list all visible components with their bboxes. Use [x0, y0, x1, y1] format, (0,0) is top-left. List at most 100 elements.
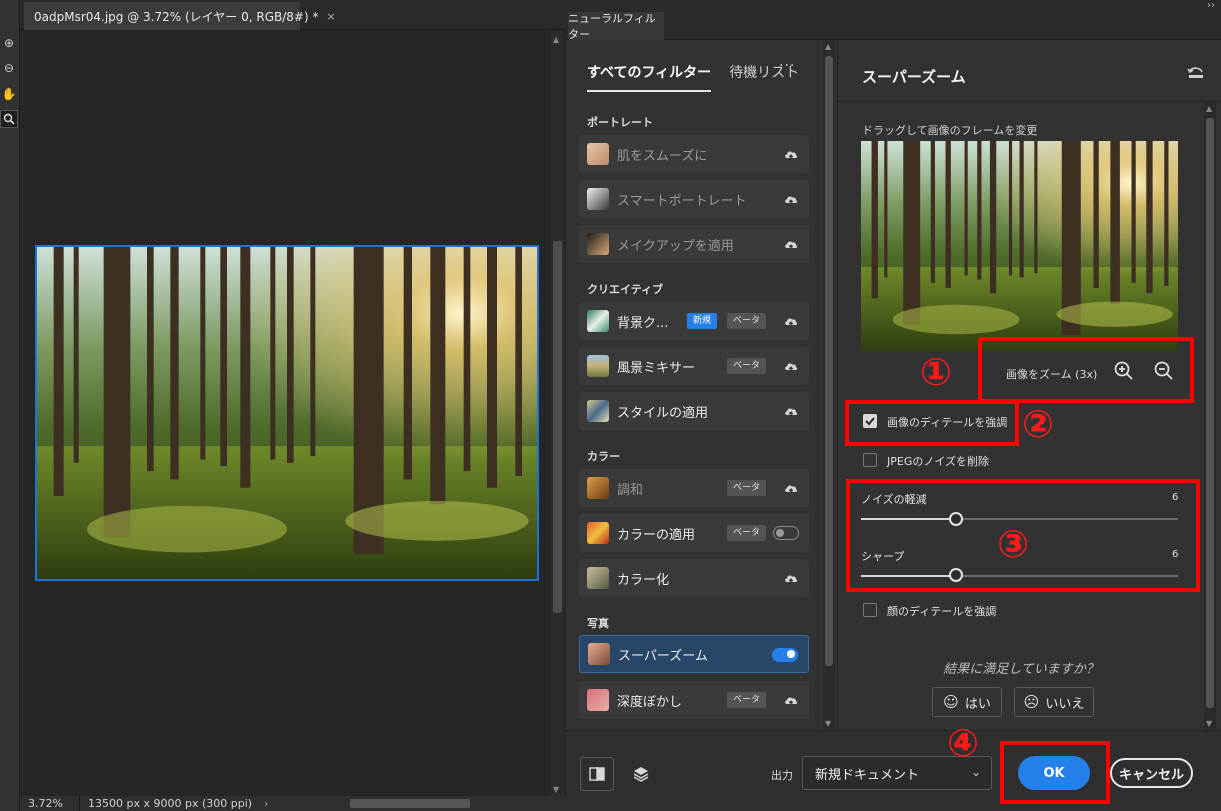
- document-vertical-scrollbar[interactable]: ▲ ▼: [551, 31, 564, 796]
- filter-item-label: スマートポートレート: [617, 193, 747, 209]
- scroll-up-icon[interactable]: ▲: [1206, 104, 1212, 113]
- cloud-download-icon[interactable]: [783, 358, 799, 374]
- feedback-no-button[interactable]: ☹ いいえ: [1014, 687, 1094, 717]
- zoom-in-tool-icon[interactable]: ⊕: [0, 34, 18, 52]
- filter-item-label: カラー化: [617, 572, 670, 588]
- color-transfer-thumbnail: [587, 522, 609, 544]
- document-dimensions: 13500 px x 9000 px (300 ppi): [88, 797, 253, 810]
- color-transfer-toggle[interactable]: [773, 526, 799, 540]
- frown-icon: ☹: [1023, 693, 1040, 711]
- more-options-icon[interactable]: ···: [779, 58, 795, 74]
- document-tab-title: 0adpMsr04.jpg @ 3.72% (レイヤー 0, RGB/8#) *: [34, 9, 319, 24]
- neural-filter-tab[interactable]: ニューラルフィルター: [568, 12, 664, 41]
- filter-item-style-transfer[interactable]: スタイルの適用: [579, 392, 809, 430]
- filter-item-skin-smoothing[interactable]: 肌をスムーズに: [579, 135, 809, 173]
- annotation-number-3: ③: [997, 522, 1030, 566]
- document-image[interactable]: [35, 245, 539, 581]
- cloud-download-icon[interactable]: [783, 313, 799, 329]
- feedback-yes-label: はい: [964, 696, 991, 712]
- skin-smoothing-thumbnail: [587, 143, 609, 165]
- filter-item-label: 背景ク...: [617, 315, 669, 331]
- annotation-number-4: ④: [947, 721, 980, 765]
- super-zoom-toggle[interactable]: [772, 648, 798, 662]
- harmonization-thumbnail: [587, 477, 609, 499]
- settings-title: スーパーズーム: [862, 68, 966, 86]
- hand-tool-icon[interactable]: ✋: [0, 85, 18, 103]
- filter-item-label: スタイルの適用: [617, 405, 709, 421]
- scrollbar-thumb[interactable]: [553, 241, 562, 613]
- output-label: 出力: [771, 769, 793, 782]
- beta-badge: ベータ: [727, 313, 767, 329]
- filter-item-harmonization[interactable]: 調和 ベータ: [579, 469, 809, 507]
- beta-badge: ベータ: [727, 358, 767, 374]
- category-photo: 写真: [587, 617, 609, 630]
- feedback-no-label: いいえ: [1045, 696, 1085, 712]
- settings-scrollbar[interactable]: ▲ ▼: [1204, 102, 1216, 730]
- compare-preview-icon[interactable]: [580, 757, 614, 791]
- scroll-up-icon[interactable]: ▲: [825, 42, 831, 51]
- filter-item-makeup-transfer[interactable]: メイクアップを適用: [579, 225, 809, 263]
- scroll-up-icon[interactable]: ▲: [553, 35, 559, 44]
- layers-icon[interactable]: [624, 757, 658, 791]
- output-select-value: 新規ドキュメント: [815, 767, 920, 783]
- makeup-transfer-thumbnail: [587, 233, 609, 255]
- annotation-box-detail: [845, 400, 1019, 446]
- reset-icon[interactable]: [1186, 65, 1206, 81]
- filter-item-depth-blur[interactable]: 深度ぼかし ベータ: [579, 681, 809, 719]
- zoom-tool-icon[interactable]: [0, 110, 18, 128]
- colorize-thumbnail: [587, 567, 609, 589]
- cloud-download-icon[interactable]: [783, 692, 799, 708]
- filter-item-color-transfer[interactable]: カラーの適用 ベータ: [579, 514, 809, 552]
- horizontal-scrollbar-thumb[interactable]: [350, 799, 470, 808]
- filter-list-scrollbar[interactable]: ▲ ▼: [823, 40, 835, 730]
- annotation-number-2: ②: [1022, 402, 1055, 446]
- beta-badge: ベータ: [727, 480, 767, 496]
- feedback-yes-button[interactable]: ☺ はい: [932, 687, 1002, 717]
- zoom-out-tool-icon[interactable]: ⊖: [0, 59, 18, 77]
- category-creative: クリエイティブ: [587, 283, 664, 296]
- scroll-down-icon[interactable]: ▼: [1206, 719, 1212, 728]
- tab-all-filters[interactable]: すべてのフィルター: [587, 62, 712, 92]
- beta-badge: ベータ: [727, 692, 767, 708]
- filter-item-label: 深度ぼかし: [617, 694, 683, 710]
- category-color: カラー: [587, 450, 620, 463]
- filter-item-background-creator[interactable]: 背景ク... 新規 ベータ: [579, 302, 809, 340]
- remove-jpeg-noise-checkbox[interactable]: [863, 453, 877, 467]
- filter-item-colorize[interactable]: カラー化: [579, 559, 809, 597]
- settings-divider: [838, 101, 1221, 102]
- tool-strip: ⊕ ⊖ ✋: [0, 0, 20, 811]
- filter-item-label: 肌をスムーズに: [617, 148, 708, 164]
- neural-filter-tab-bar: ニューラルフィルター ››: [566, 0, 1221, 41]
- preview-image[interactable]: [861, 141, 1178, 351]
- new-badge: 新規: [687, 313, 718, 329]
- chevron-down-icon: ⌄: [970, 765, 981, 779]
- annotation-box-zoom: [978, 337, 1194, 403]
- filter-item-label: カラーの適用: [617, 527, 696, 543]
- cancel-button[interactable]: キャンセル: [1110, 758, 1193, 788]
- enhance-face-checkbox[interactable]: [863, 603, 877, 617]
- filter-item-label: 調和: [617, 482, 644, 498]
- collapse-panel-icon[interactable]: ››: [1207, 0, 1215, 11]
- scrollbar-thumb[interactable]: [1206, 118, 1214, 708]
- cloud-download-icon[interactable]: [783, 480, 799, 496]
- filter-item-super-zoom[interactable]: スーパーズーム: [579, 635, 809, 673]
- filter-item-landscape-mixer[interactable]: 風景ミキサー ベータ: [579, 347, 809, 385]
- zoom-level[interactable]: 3.72%: [20, 796, 80, 811]
- super-zoom-thumbnail: [588, 643, 610, 665]
- scroll-down-icon[interactable]: ▼: [825, 719, 831, 728]
- scrollbar-thumb[interactable]: [825, 56, 833, 666]
- cloud-download-icon[interactable]: [783, 403, 799, 419]
- category-portrait: ポートレート: [587, 116, 653, 129]
- scroll-down-icon[interactable]: ▼: [553, 785, 559, 794]
- filter-item-smart-portrait[interactable]: スマートポートレート: [579, 180, 809, 218]
- cloud-download-icon[interactable]: [783, 146, 799, 162]
- satisfaction-prompt: 結果に満足していますか？: [943, 662, 1099, 677]
- close-icon[interactable]: ×: [326, 10, 335, 23]
- cloud-download-icon[interactable]: [783, 236, 799, 252]
- status-arrow-icon[interactable]: ›: [264, 797, 268, 810]
- cloud-download-icon[interactable]: [783, 191, 799, 207]
- filter-item-label: メイクアップを適用: [617, 238, 734, 254]
- filter-list: すべてのフィルター 待機リスト ··· ポートレート 肌をスムーズに スマートポ…: [567, 40, 822, 730]
- cloud-download-icon[interactable]: [783, 570, 799, 586]
- document-tab[interactable]: 0adpMsr04.jpg @ 3.72% (レイヤー 0, RGB/8#) *…: [24, 2, 336, 30]
